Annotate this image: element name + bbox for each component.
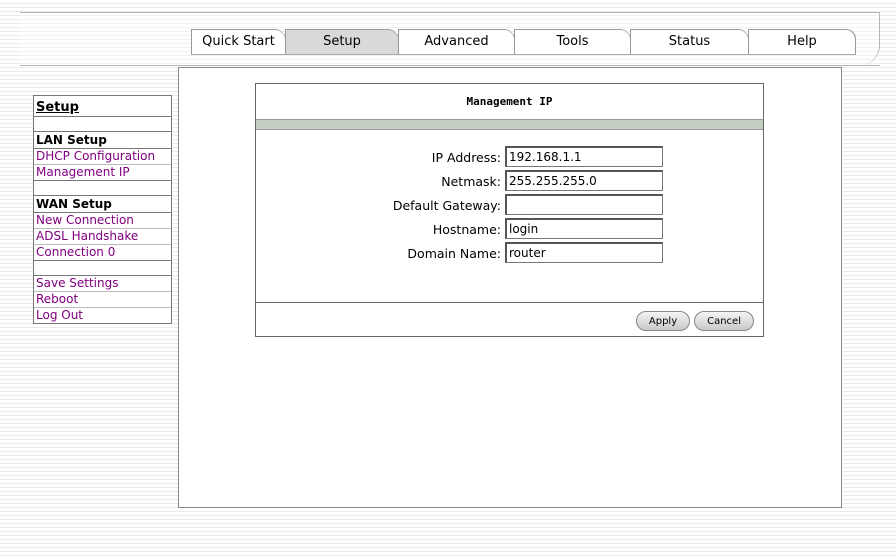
panel-title-bar <box>256 119 763 130</box>
ip-address-label: IP Address: <box>431 150 501 165</box>
sidebar-item-save-settings[interactable]: Save Settings <box>34 276 171 292</box>
sidebar-title: Setup <box>34 96 171 117</box>
sidebar-item-new-connection[interactable]: New Connection <box>34 213 171 229</box>
management-ip-panel: Management IP IP Address: Netmask: Defau… <box>255 83 764 337</box>
form-row-default-gateway: Default Gateway: <box>256 194 763 218</box>
default-gateway-input[interactable] <box>505 194 663 215</box>
tab-advanced[interactable]: Advanced <box>398 29 515 55</box>
netmask-label: Netmask: <box>441 174 501 189</box>
form-row-ip-address: IP Address: <box>256 146 763 170</box>
tab-tools[interactable]: Tools <box>514 29 631 55</box>
header-curve <box>859 12 880 66</box>
sidebar-divider <box>34 261 171 276</box>
tab-help[interactable]: Help <box>748 29 856 55</box>
ip-address-input[interactable] <box>505 146 663 167</box>
domain-name-label: Domain Name: <box>407 246 501 261</box>
domain-name-input[interactable] <box>505 242 663 263</box>
form-row-hostname: Hostname: <box>256 218 763 242</box>
default-gateway-label: Default Gateway: <box>392 198 501 213</box>
management-ip-form: IP Address: Netmask: Default Gateway: Ho… <box>256 146 763 266</box>
sidebar-heading-lan: LAN Setup <box>34 132 171 149</box>
sidebar: Setup LAN Setup DHCP Configuration Manag… <box>33 95 172 324</box>
form-row-netmask: Netmask: <box>256 170 763 194</box>
sidebar-divider <box>34 117 171 132</box>
cancel-button[interactable]: Cancel <box>694 311 754 331</box>
sidebar-item-log-out[interactable]: Log Out <box>34 308 171 323</box>
form-row-domain-name: Domain Name: <box>256 242 763 266</box>
sidebar-item-connection-0[interactable]: Connection 0 <box>34 245 171 261</box>
sidebar-item-reboot[interactable]: Reboot <box>34 292 171 308</box>
panel-divider <box>256 302 763 303</box>
hostname-label: Hostname: <box>432 222 501 237</box>
apply-button[interactable]: Apply <box>635 311 691 331</box>
netmask-input[interactable] <box>505 170 663 191</box>
sidebar-item-management-ip[interactable]: Management IP <box>34 165 171 181</box>
tab-quick-start[interactable]: Quick Start <box>191 29 286 55</box>
sidebar-title-box: Setup LAN Setup DHCP Configuration Manag… <box>33 95 172 324</box>
sidebar-divider <box>34 181 171 196</box>
hostname-input[interactable] <box>505 218 663 239</box>
tab-setup[interactable]: Setup <box>285 29 399 55</box>
sidebar-item-dhcp-configuration[interactable]: DHCP Configuration <box>34 149 171 165</box>
sidebar-heading-wan: WAN Setup <box>34 196 171 213</box>
sidebar-item-adsl-handshake[interactable]: ADSL Handshake <box>34 229 171 245</box>
tab-status[interactable]: Status <box>630 29 749 55</box>
form-buttons: Apply Cancel <box>635 311 754 331</box>
panel-title: Management IP <box>466 95 553 108</box>
main-nav-tabs: Quick Start Setup Advanced Tools Status … <box>191 29 856 55</box>
